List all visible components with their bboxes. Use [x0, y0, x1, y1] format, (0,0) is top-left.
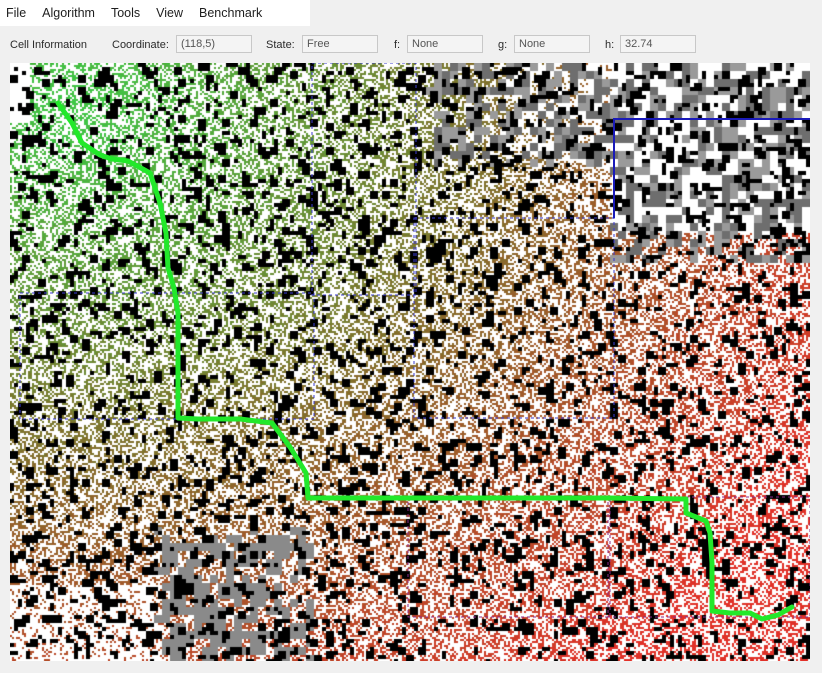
coordinate-label: Coordinate: [112, 39, 169, 51]
menu-benchmark[interactable]: Benchmark [191, 2, 270, 24]
cell-information-bar: Cell Information Coordinate: (118,5) Sta… [0, 34, 822, 58]
f-field: None [407, 35, 483, 53]
state-label: State: [266, 39, 295, 51]
region-border [607, 496, 810, 618]
g-field: None [514, 35, 590, 53]
menu-bar: File Algorithm Tools View Benchmark [0, 0, 310, 26]
region-border [413, 217, 615, 419]
menu-tools[interactable]: Tools [103, 2, 148, 24]
cell-info-title: Cell Information [10, 39, 88, 51]
h-label: h: [605, 39, 615, 51]
menu-algorithm[interactable]: Algorithm [34, 2, 103, 24]
region-border [19, 292, 315, 420]
f-label: f: [394, 39, 401, 51]
region-border [311, 63, 417, 296]
region-border [407, 496, 611, 618]
state-field: Free [302, 35, 378, 53]
region-borders [19, 63, 810, 618]
coordinate-field: (118,5) [176, 35, 252, 53]
found-path [55, 100, 795, 622]
menu-view[interactable]: View [148, 2, 191, 24]
pathfinding-grid[interactable] [10, 63, 810, 661]
menu-file[interactable]: File [0, 2, 34, 24]
h-field: 32.74 [620, 35, 696, 53]
g-label: g: [498, 39, 508, 51]
grid-overlay [19, 63, 810, 622]
region-border [613, 118, 810, 218]
